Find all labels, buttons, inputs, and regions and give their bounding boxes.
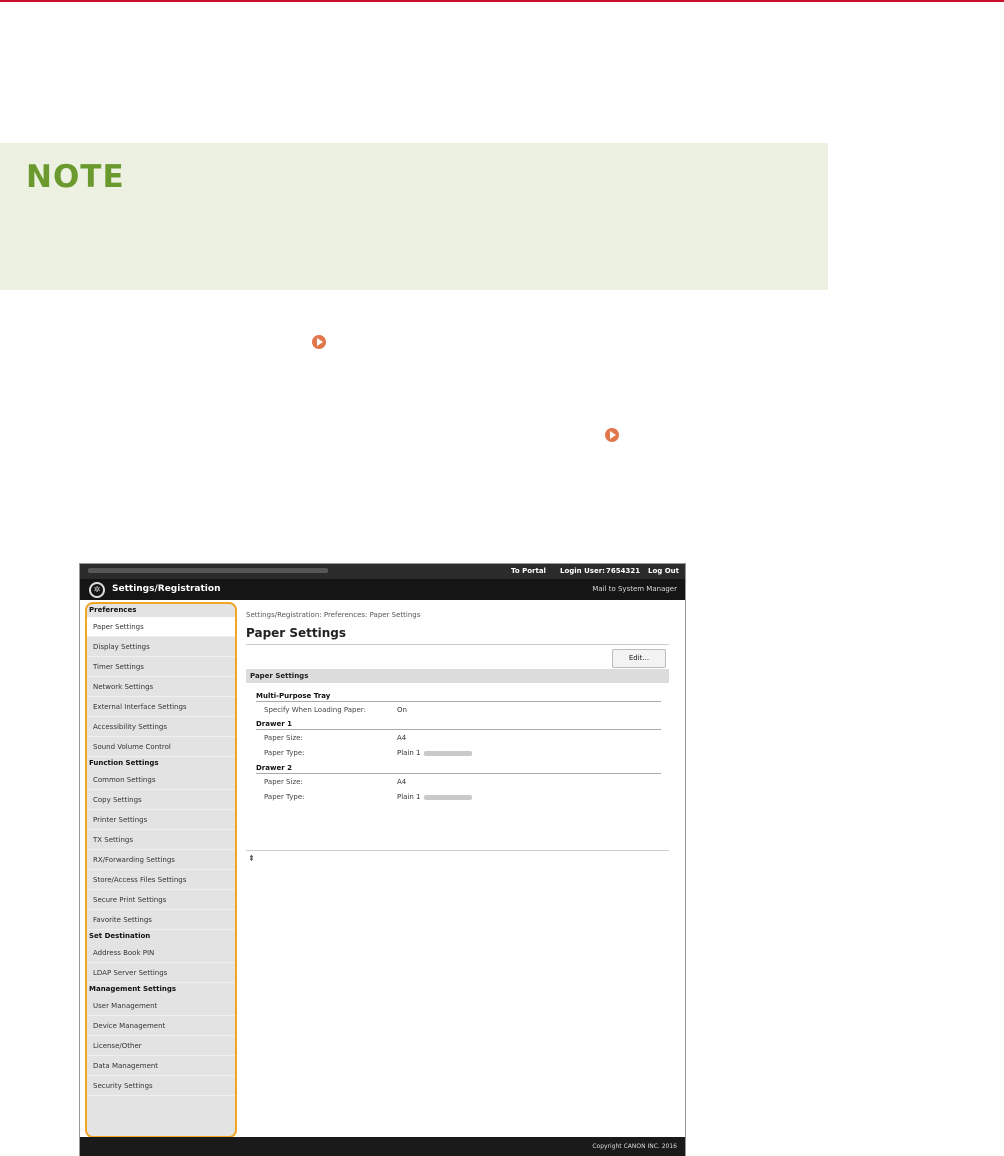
- sidebar-item[interactable]: Device Management: [87, 1016, 235, 1036]
- login-user-id: 7654321: [606, 567, 641, 575]
- sidebar-item[interactable]: Store/Access Files Settings: [87, 870, 235, 890]
- settings-gear-icon: ✲: [89, 582, 105, 598]
- edit-button[interactable]: Edit...: [612, 649, 666, 668]
- mail-system-manager-link[interactable]: Mail to System Manager: [592, 585, 677, 593]
- settings-sidebar: Preferences Paper Settings Display Setting…: [85, 602, 237, 1138]
- sidebar-item[interactable]: Data Management: [87, 1056, 235, 1076]
- drawer1-size-label: Paper Size:: [264, 734, 303, 742]
- sidebar-item[interactable]: Accessibility Settings: [87, 717, 235, 737]
- sidebar-heading: Function Settings: [89, 759, 159, 767]
- to-portal-link[interactable]: To Portal: [511, 567, 546, 575]
- sidebar-item[interactable]: Printer Settings: [87, 810, 235, 830]
- sidebar-heading: Set Destination: [89, 932, 151, 940]
- drawer1-type-value: Plain 1: [397, 749, 472, 757]
- multi-purpose-tray-heading: Multi-Purpose Tray: [256, 692, 331, 700]
- content-end-divider: [246, 850, 669, 851]
- drawer2-type-text: Plain 1: [397, 793, 421, 801]
- group-divider: [256, 773, 661, 774]
- sidebar-item[interactable]: Copy Settings: [87, 790, 235, 810]
- sidebar-item[interactable]: User Management: [87, 996, 235, 1016]
- blurred-weight: [423, 794, 472, 800]
- sidebar-heading: Preferences: [89, 606, 137, 614]
- sidebar-item[interactable]: TX Settings: [87, 830, 235, 850]
- group-divider: [256, 729, 661, 730]
- copyright: Copyright CANON INC. 2016: [592, 1143, 677, 1150]
- breadcrumb: Settings/Registration: Preferences: Pape…: [246, 611, 421, 619]
- specify-loading-value: On: [397, 706, 407, 714]
- sidebar-item[interactable]: External Interface Settings: [87, 697, 235, 717]
- drawer2-heading: Drawer 2: [256, 764, 292, 772]
- drawer2-type-value: Plain 1: [397, 793, 472, 801]
- sidebar-item[interactable]: Secure Print Settings: [87, 890, 235, 910]
- sidebar-item[interactable]: Paper Settings: [87, 617, 235, 637]
- sidebar-item[interactable]: Sound Volume Control: [87, 737, 235, 757]
- app-title: Settings/Registration: [112, 584, 221, 594]
- drawer2-type-label: Paper Type:: [264, 793, 305, 801]
- login-user-label: Login User:: [560, 567, 605, 575]
- remote-ui-screenshot: To Portal Login User: 7654321 Log Out ✲ …: [80, 564, 685, 1156]
- title-bar: ✲ Settings/Registration Mail to System M…: [80, 579, 685, 600]
- sidebar-item[interactable]: Display Settings: [87, 637, 235, 657]
- sidebar-item[interactable]: Security Settings: [87, 1076, 235, 1096]
- sidebar-item[interactable]: Common Settings: [87, 770, 235, 790]
- log-out-link[interactable]: Log Out: [648, 567, 679, 575]
- drawer1-size-value: A4: [397, 734, 407, 742]
- blurred-weight: [423, 750, 472, 756]
- sidebar-item[interactable]: Timer Settings: [87, 657, 235, 677]
- top-rule: [0, 0, 1004, 2]
- top-bar: To Portal Login User: 7654321 Log Out: [80, 564, 685, 579]
- section-header: Paper Settings: [246, 669, 669, 683]
- sidebar-item[interactable]: RX/Forwarding Settings: [87, 850, 235, 870]
- sidebar-item[interactable]: LDAP Server Settings: [87, 963, 235, 983]
- drawer1-type-text: Plain 1: [397, 749, 421, 757]
- link-arrow-icon[interactable]: [605, 428, 619, 442]
- sidebar-item[interactable]: Favorite Settings: [87, 910, 235, 930]
- blurred-address: [88, 568, 328, 573]
- note-box: NOTE: [0, 143, 828, 290]
- title-divider: [246, 644, 669, 645]
- sidebar-item[interactable]: Network Settings: [87, 677, 235, 697]
- footer: Copyright CANON INC. 2016: [80, 1137, 685, 1156]
- back-to-top-icon[interactable]: ⇞: [248, 854, 255, 863]
- sidebar-item[interactable]: Address Book PIN: [87, 943, 235, 963]
- link-arrow-icon[interactable]: [312, 335, 326, 349]
- sidebar-item[interactable]: License/Other: [87, 1036, 235, 1056]
- drawer2-size-value: A4: [397, 778, 407, 786]
- drawer1-heading: Drawer 1: [256, 720, 292, 728]
- drawer2-size-label: Paper Size:: [264, 778, 303, 786]
- specify-loading-label: Specify When Loading Paper:: [264, 706, 366, 714]
- page-title: Paper Settings: [246, 626, 347, 640]
- drawer1-type-label: Paper Type:: [264, 749, 305, 757]
- note-title: NOTE: [26, 159, 125, 195]
- group-divider: [256, 701, 661, 702]
- sidebar-heading: Management Settings: [89, 985, 177, 993]
